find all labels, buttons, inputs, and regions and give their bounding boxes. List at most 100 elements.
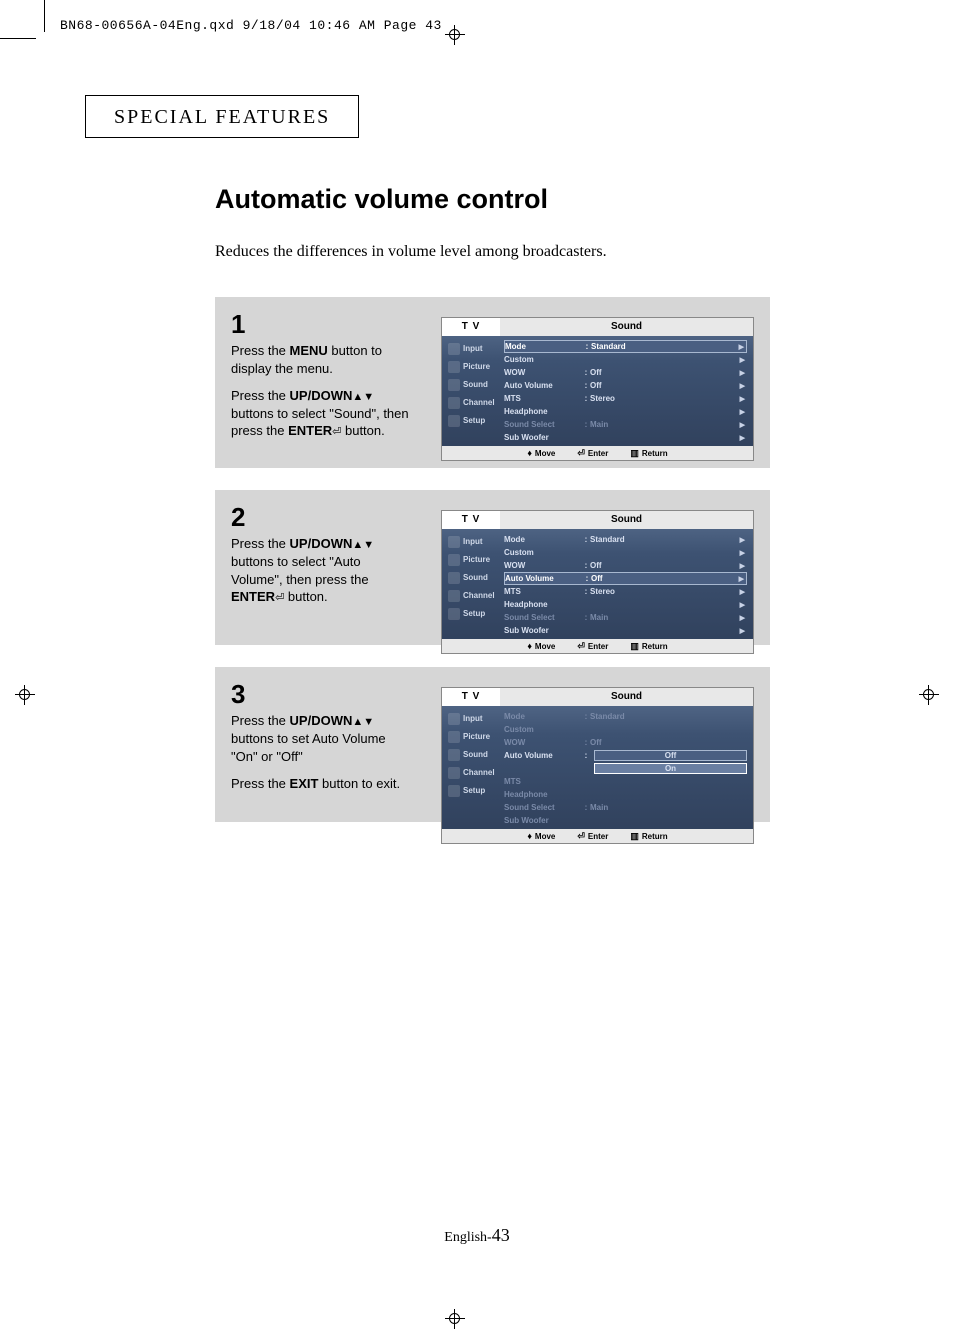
osd-sidebar-item: Input — [442, 340, 500, 358]
bold-text: ENTER — [231, 589, 275, 604]
osd-sidebar-item: Sound — [442, 376, 500, 394]
osd-screenshot: T VSoundInputPictureSoundChannelSetupMod… — [441, 510, 754, 654]
chevron-right-icon: ▶ — [740, 434, 745, 442]
osd-row-label: Sound Select — [504, 803, 582, 812]
step-block: 2Press the UP/DOWN▲▼ buttons to select "… — [215, 490, 770, 645]
enter-icon: ⏎ — [577, 448, 585, 459]
osd-menu-row: On — [504, 762, 747, 775]
osd-row-colon: : — [583, 574, 591, 583]
osd-sidebar-icon — [448, 415, 460, 427]
osd-menu-row: Custom▶ — [504, 353, 747, 366]
osd-menu-row: Headphone▶ — [504, 598, 747, 611]
osd-sidebar-label: Input — [463, 710, 483, 728]
osd-row-value: Standard — [591, 342, 746, 351]
osd-sidebar-label: Channel — [463, 587, 495, 605]
osd-sidebar-icon — [448, 731, 460, 743]
osd-row-colon: : — [582, 381, 590, 390]
bold-text: UP/DOWN — [290, 713, 353, 728]
osd-sidebar: InputPictureSoundChannelSetup — [442, 336, 500, 446]
osd-menu-row: MTS:Stereo▶ — [504, 392, 747, 405]
osd-sidebar-label: Sound — [463, 376, 488, 394]
osd-sidebar-item: Input — [442, 533, 500, 551]
up-down-icon: ▲▼ — [352, 716, 374, 728]
bold-text: MENU — [290, 343, 328, 358]
osd-menu-row: Sound Select:Main — [504, 801, 747, 814]
osd-sidebar-item: Setup — [442, 605, 500, 623]
osd-sidebar-icon — [448, 572, 460, 584]
osd-sidebar-icon — [448, 397, 460, 409]
osd-menu-row: WOW:Off▶ — [504, 366, 747, 379]
osd-sidebar-icon — [448, 554, 460, 566]
osd-sidebar-icon — [448, 785, 460, 797]
osd-menu-row: Sub Woofer ▶ — [504, 624, 747, 637]
osd-row-label: Auto Volume — [504, 751, 582, 760]
osd-menu-row: Custom — [504, 723, 747, 736]
osd-sidebar: InputPictureSoundChannelSetup — [442, 706, 500, 829]
osd-row-label: Sub Woofer — [504, 626, 582, 635]
osd-row-value: Off — [590, 368, 747, 377]
intro-text: Reduces the differences in volume level … — [215, 243, 870, 261]
osd-sidebar-label: Channel — [463, 394, 495, 412]
osd-menu: Mode:Standard▶Custom▶WOW:Off▶Auto Volume… — [500, 336, 753, 446]
osd-sidebar-label: Setup — [463, 605, 485, 623]
osd-sidebar-item: Picture — [442, 551, 500, 569]
step-text: Press the UP/DOWN▲▼ buttons to set Auto … — [231, 712, 411, 792]
chevron-right-icon: ▶ — [740, 536, 745, 544]
chevron-right-icon: ▶ — [740, 614, 745, 622]
osd-sidebar-label: Input — [463, 533, 483, 551]
osd-row-label: Auto Volume — [504, 381, 582, 390]
osd-menu: Mode:Standard▶Custom▶WOW:Off▶Auto Volume… — [500, 529, 753, 639]
osd-menu-row: Auto Volume:Off▶ — [504, 572, 747, 585]
osd-sidebar-label: Picture — [463, 728, 490, 746]
chevron-right-icon: ▶ — [740, 588, 745, 596]
crop-mark — [0, 38, 36, 39]
step-block: 1Press the MENU button to display the me… — [215, 297, 770, 468]
osd-row-label: Headphone — [504, 600, 582, 609]
osd-footer-move: ♦Move — [527, 831, 555, 841]
osd-row-label: Custom — [504, 725, 582, 734]
osd-sidebar-label: Picture — [463, 358, 490, 376]
section-title: SPECIAL FEATURES — [85, 95, 359, 138]
move-icon: ♦ — [527, 641, 532, 651]
registration-mark-icon — [445, 25, 465, 45]
osd-sidebar-label: Setup — [463, 782, 485, 800]
osd-sidebar-icon — [448, 536, 460, 548]
registration-mark-icon — [445, 1309, 465, 1329]
osd-menu-row: WOW:Off — [504, 736, 747, 749]
osd-tv-label: T V — [442, 511, 500, 529]
return-icon: ▥ — [630, 831, 639, 842]
osd-row-value: Off — [594, 750, 747, 761]
osd-sidebar-label: Picture — [463, 551, 490, 569]
osd-row-value: On — [594, 763, 747, 774]
osd-row-label: Sound Select — [504, 420, 582, 429]
osd-row-colon: : — [582, 368, 590, 377]
page-number-prefix: English- — [444, 1230, 491, 1245]
osd-row-label: Headphone — [504, 790, 582, 799]
osd-sidebar-icon — [448, 590, 460, 602]
osd-sidebar-item: Picture — [442, 728, 500, 746]
section-title-text: SPECIAL FEATURES — [114, 106, 330, 128]
osd-row-value: Off — [590, 738, 747, 747]
chevron-right-icon: ▶ — [740, 421, 745, 429]
up-down-icon: ▲▼ — [352, 391, 374, 403]
osd-title: Sound — [500, 318, 753, 336]
osd-sidebar-item: Setup — [442, 412, 500, 430]
osd-sidebar-item: Setup — [442, 782, 500, 800]
page-title: Automatic volume control — [215, 184, 870, 215]
bold-text: UP/DOWN — [290, 536, 353, 551]
enter-icon: ⏎ — [577, 831, 585, 842]
osd-menu-row: Headphone▶ — [504, 405, 747, 418]
osd-screenshot: T VSoundInputPictureSoundChannelSetupMod… — [441, 687, 754, 844]
move-icon: ♦ — [527, 448, 532, 458]
osd-footer-return: ▥Return — [630, 448, 667, 459]
page-number: English-43 — [0, 1225, 954, 1246]
osd-row-colon: : — [582, 587, 590, 596]
osd-sidebar-icon — [448, 608, 460, 620]
chevron-right-icon: ▶ — [740, 395, 745, 403]
osd-menu-row: WOW:Off▶ — [504, 559, 747, 572]
osd-row-label: Mode — [504, 535, 582, 544]
osd-menu-row: Sub Woofer — [504, 814, 747, 827]
osd-row-value: Standard — [590, 535, 747, 544]
chevron-right-icon: ▶ — [740, 627, 745, 635]
osd-row-value: Off — [591, 574, 746, 583]
